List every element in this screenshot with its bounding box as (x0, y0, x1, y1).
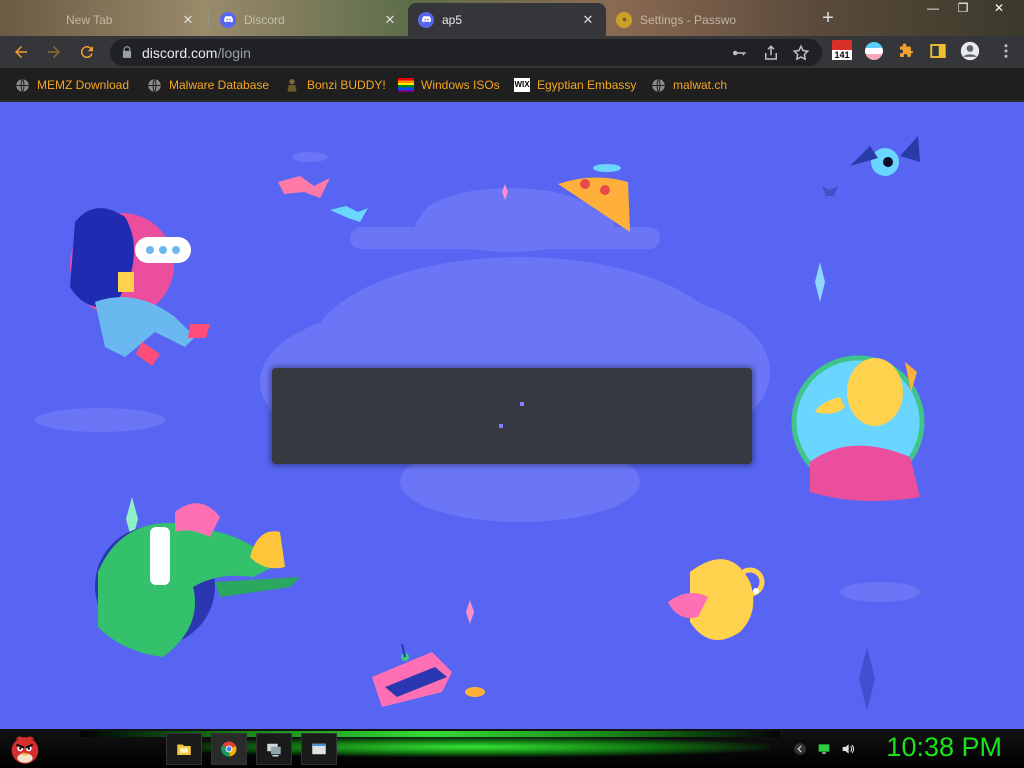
avatar-icon (960, 41, 980, 61)
url-text: discord.com/login (142, 45, 251, 61)
tab-close-icon[interactable]: ✕ (180, 12, 196, 28)
tab-close-icon[interactable]: ✕ (580, 12, 596, 28)
back-button[interactable] (9, 40, 33, 64)
tab-ap5[interactable]: ap5 ✕ (408, 3, 606, 36)
extension-count: 141 (832, 50, 852, 60)
extensions-button[interactable] (896, 41, 916, 61)
taskbar-clock[interactable]: 10:38 PM (886, 732, 1002, 763)
star-icon[interactable] (792, 44, 810, 62)
forward-button[interactable] (42, 40, 66, 64)
bookmark-label: Windows ISOs (421, 78, 500, 92)
girl-with-phone-illustration (70, 208, 210, 366)
key-icon[interactable] (730, 44, 748, 62)
bat-ghost-illustration (822, 136, 920, 196)
yellow-creature-portal-illustration (791, 355, 925, 501)
chrome-icon (221, 741, 237, 757)
url-path: /login (217, 45, 251, 61)
globe-icon (146, 77, 162, 93)
sparkle-icon (859, 647, 875, 711)
gear-icon (616, 11, 632, 28)
login-loading-card (272, 368, 752, 464)
globe-icon (650, 77, 666, 93)
globe-icon (14, 77, 30, 93)
new-tab-button[interactable]: + (816, 6, 840, 30)
reload-icon (80, 46, 93, 59)
arrow-right-icon (48, 46, 60, 58)
loading-spinner-dot (520, 402, 524, 406)
wix-icon: WIX (514, 77, 530, 93)
puzzle-icon (900, 43, 914, 57)
profile-button[interactable] (960, 41, 980, 61)
tab-separator (208, 10, 209, 28)
tray-chevron-icon[interactable] (792, 741, 808, 757)
angry-bird-icon (11, 736, 39, 764)
extension-badge-button[interactable]: 141 (832, 40, 852, 60)
bonzi-icon (284, 77, 300, 93)
lock-icon (122, 46, 132, 58)
bookmark-label: MEMZ Download (37, 78, 130, 92)
browser-tab-strip: New Tab ✕ Discord ✕ ap5 ✕ Settings - Pas… (0, 0, 1024, 36)
windows-taskbar: 10:38 PM (0, 729, 1024, 768)
green-creature-headphones-illustration (95, 503, 300, 657)
game-controller-illustration (372, 643, 485, 707)
side-panel-icon (930, 44, 946, 58)
taskbar-window[interactable] (301, 733, 337, 765)
taskbar-chrome[interactable] (211, 733, 247, 765)
kebab-menu-icon (1004, 44, 1008, 58)
rainbow-flag-icon (398, 77, 414, 93)
restore-button[interactable]: ❐ (948, 0, 978, 16)
address-bar[interactable]: discord.com/login (110, 39, 822, 66)
taskbar-display-settings[interactable] (256, 733, 292, 765)
bookmark-egyptian-embassy[interactable]: WIX Egyptian Embassy (514, 76, 636, 94)
discord-login-page (0, 102, 1024, 729)
file-explorer-icon (177, 744, 191, 755)
tab-close-icon[interactable]: ✕ (382, 12, 398, 28)
sparkle-icon (466, 600, 474, 624)
tab-title: New Tab (66, 12, 113, 27)
reload-button[interactable] (75, 40, 99, 64)
bookmark-windows-isos[interactable]: Windows ISOs (398, 76, 500, 94)
bookmark-label: Bonzi BUDDY! (307, 78, 386, 92)
side-panel-button[interactable] (928, 41, 948, 61)
discord-icon (220, 11, 236, 28)
flying-book-illustration (278, 176, 368, 222)
bookmark-malware-database[interactable]: Malware Database (146, 76, 269, 94)
start-button[interactable] (6, 729, 44, 768)
close-window-button[interactable]: ✕ (984, 0, 1014, 16)
bookmark-label: Egyptian Embassy (537, 78, 637, 92)
network-icon[interactable] (816, 741, 832, 757)
bookmark-bonzi-buddy[interactable]: Bonzi BUDDY! (284, 76, 386, 94)
tab-title: ap5 (442, 12, 463, 27)
flag-icon (865, 42, 883, 60)
extension-icon (832, 40, 852, 50)
menu-button[interactable] (996, 41, 1016, 61)
discord-icon (418, 11, 434, 28)
url-host: discord.com (142, 45, 218, 61)
bookmark-label: malwat.ch (673, 78, 728, 92)
sparkle-icon (815, 262, 825, 302)
tab-title: Settings - Passwo (640, 12, 737, 27)
bookmark-label: Malware Database (169, 78, 270, 92)
minimize-button[interactable]: — (918, 0, 948, 16)
tab-new-tab[interactable]: New Tab ✕ (6, 3, 206, 36)
display-settings-icon (267, 743, 281, 757)
loading-spinner-dot (499, 424, 503, 428)
taskbar-file-explorer[interactable] (166, 733, 202, 765)
bookmarks-bar: MEMZ Download Malware Database Bonzi BUD… (0, 68, 1024, 102)
tab-discord[interactable]: Discord ✕ (210, 3, 408, 36)
tuba-horn-illustration (668, 559, 765, 640)
bookmark-malwatch[interactable]: malwat.ch (650, 76, 727, 94)
arrow-left-icon (15, 46, 27, 58)
window-icon (312, 743, 326, 755)
browser-toolbar: discord.com/login 141 (0, 36, 1024, 68)
tab-settings[interactable]: Settings - Passwo (606, 3, 812, 36)
trans-flag-extension[interactable] (864, 41, 884, 61)
bookmark-memz[interactable]: MEMZ Download (14, 76, 129, 94)
tab-title: Discord (244, 12, 285, 27)
share-icon[interactable] (762, 44, 780, 62)
volume-icon[interactable] (840, 741, 856, 757)
